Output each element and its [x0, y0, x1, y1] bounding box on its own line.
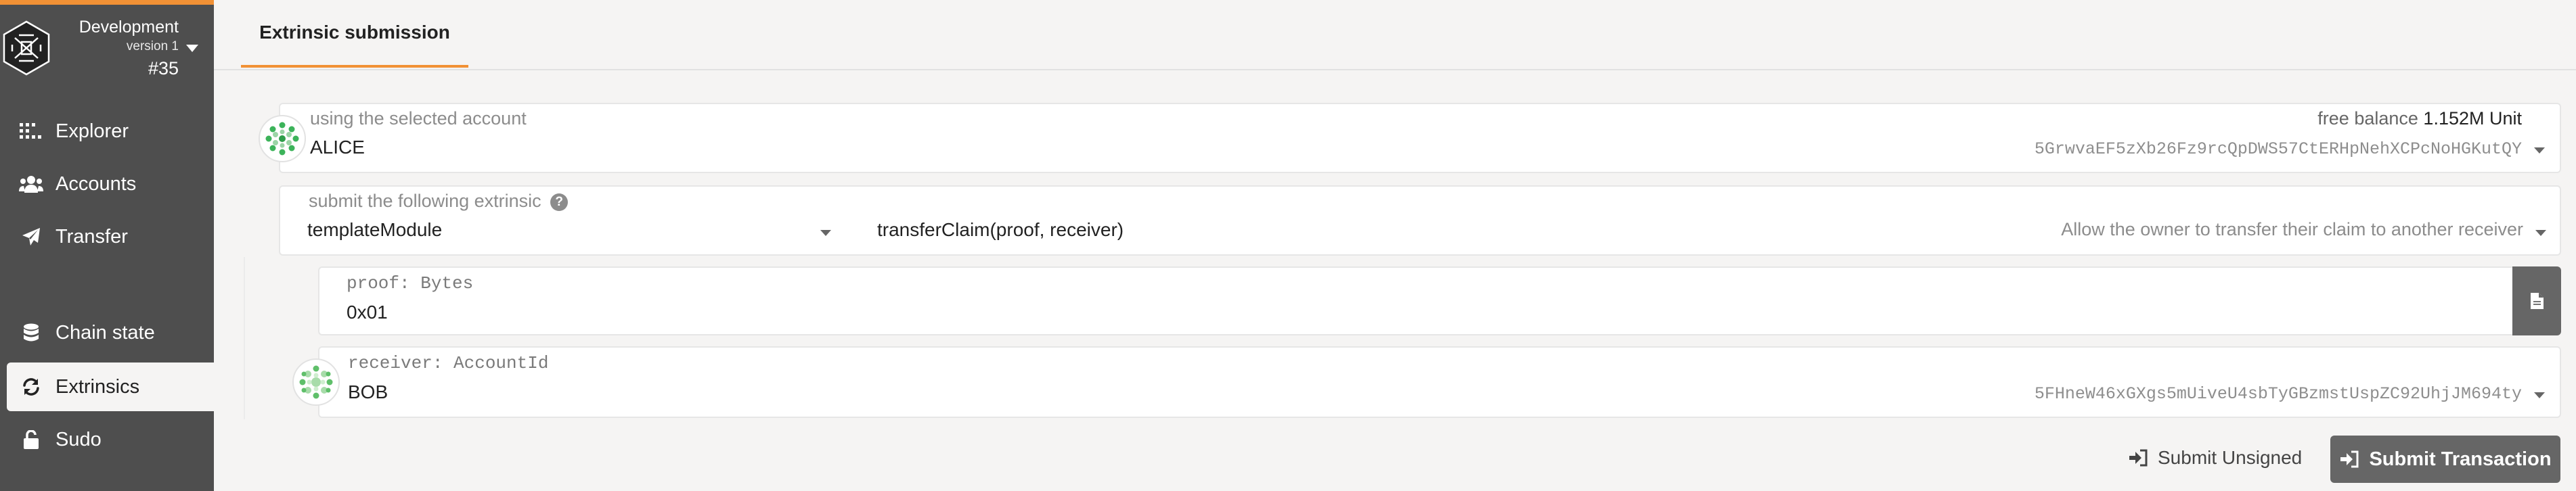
send-icon — [18, 227, 45, 246]
call-description: Allow the owner to transfer their claim … — [2061, 219, 2523, 239]
call-dropdown[interactable]: transferClaim(proof, receiver) Allow the… — [853, 216, 2561, 254]
receiver-name: BOB — [348, 381, 388, 402]
file-icon — [2531, 293, 2544, 309]
chevron-down-icon[interactable] — [186, 45, 198, 52]
chain-version: version 1 — [126, 39, 179, 53]
chevron-down-icon[interactable] — [2535, 230, 2546, 236]
module-dropdown[interactable]: templateModule — [279, 216, 842, 254]
explorer-icon — [18, 123, 45, 139]
sidebar-item-label: Sudo — [55, 428, 102, 450]
receiver-param[interactable]: receiver: AccountId BOB 5FHneW46xGXgs5mU… — [318, 346, 2561, 418]
chain-block-number: #35 — [148, 58, 179, 78]
proof-label: proof: Bytes — [347, 273, 474, 294]
database-icon — [18, 323, 45, 342]
sidebar-item-chain-state[interactable]: Chain state — [0, 308, 214, 357]
chevron-down-icon[interactable] — [2534, 147, 2545, 154]
sidebar-item-label: Transfer — [55, 225, 128, 248]
sidebar-item-label: Accounts — [55, 172, 137, 195]
sidebar-item-label: Extrinsics — [55, 375, 140, 398]
submit-transaction-label: Submit Transaction — [2369, 448, 2552, 470]
sign-in-icon — [2128, 449, 2148, 467]
account-address: 5GrwvaEF5zXb26Fz9rcQpDWS57CtERHpNehXCPcN… — [2034, 139, 2522, 159]
tab-bar: Extrinsic submission — [214, 0, 2576, 70]
users-icon — [18, 175, 45, 193]
chevron-down-icon[interactable] — [820, 230, 831, 236]
submit-unsigned-label: Submit Unsigned — [2158, 447, 2303, 468]
help-icon[interactable]: ? — [550, 193, 569, 211]
module-value: templateModule — [307, 219, 443, 240]
chain-name[interactable]: Development — [79, 18, 179, 37]
submit-transaction-button[interactable]: Submit Transaction — [2330, 436, 2560, 483]
balance-value: 1.152M Unit — [2423, 108, 2522, 128]
sync-icon — [18, 377, 45, 396]
sidebar: Development version 1 #35 Explorer Accou… — [0, 0, 214, 491]
balance-display: free balance 1.152M Unit — [2317, 108, 2522, 129]
chevron-down-icon[interactable] — [2534, 392, 2545, 398]
balance-label: free balance — [2317, 108, 2418, 128]
identicon-bob-avatar — [292, 358, 340, 406]
unlock-icon — [18, 430, 45, 449]
sidebar-item-sudo[interactable]: Sudo — [0, 415, 214, 464]
chain-logo-icon[interactable] — [3, 20, 50, 76]
sign-in-icon — [2339, 450, 2359, 468]
proof-param[interactable]: proof: Bytes 0x01 — [318, 266, 2515, 335]
call-value: transferClaim(proof, receiver) — [877, 219, 1124, 240]
account-name: ALICE — [310, 137, 365, 158]
submit-unsigned-button[interactable]: Submit Unsigned — [2128, 441, 2302, 475]
accent-bar — [0, 0, 214, 5]
sidebar-item-extrinsics[interactable]: Extrinsics — [7, 363, 214, 411]
proof-input[interactable]: 0x01 — [347, 302, 388, 323]
sidebar-item-accounts[interactable]: Accounts — [0, 160, 214, 208]
account-selector[interactable]: using the selected account ALICE free ba… — [279, 103, 2561, 173]
account-label: using the selected account — [310, 108, 527, 128]
file-upload-button[interactable] — [2512, 266, 2561, 335]
sidebar-item-label: Chain state — [55, 321, 155, 344]
receiver-address: 5FHneW46xGXgs5mUiveU4sbTyGBzmstUspZC92Uh… — [2034, 384, 2522, 404]
receiver-label: receiver: AccountId — [348, 353, 549, 373]
identicon-alice-avatar — [259, 115, 306, 162]
sidebar-item-explorer[interactable]: Explorer — [0, 107, 214, 156]
extrinsic-label-text: submit the following extrinsic — [309, 191, 541, 211]
tab-extrinsic-submission[interactable]: Extrinsic submission — [241, 0, 468, 68]
extrinsic-label: submit the following extrinsic ? — [309, 191, 569, 212]
sidebar-item-transfer[interactable]: Transfer — [0, 212, 214, 261]
sidebar-item-label: Explorer — [55, 120, 129, 142]
